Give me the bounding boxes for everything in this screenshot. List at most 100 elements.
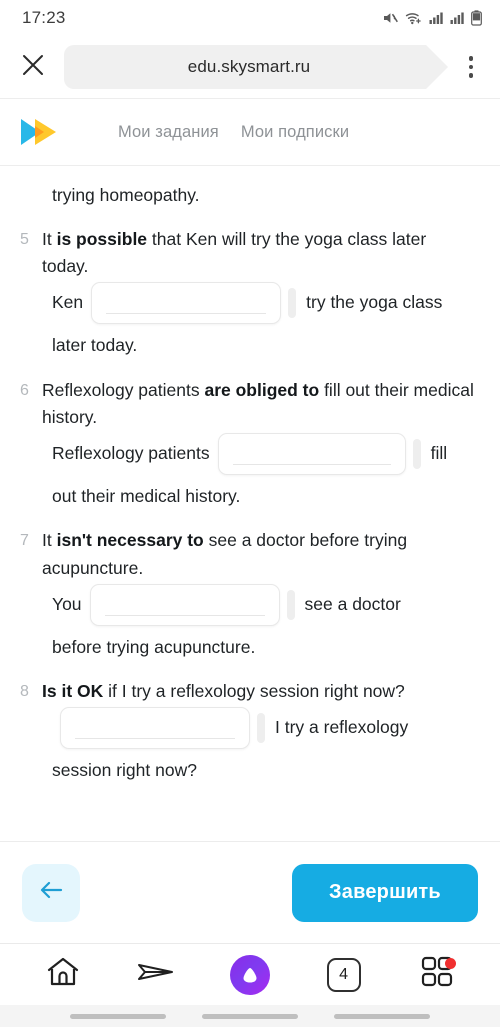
question-text: Reflexology patients are obliged to fill…	[42, 377, 480, 432]
gesture-pill[interactable]	[70, 1013, 166, 1019]
answer-input-handle[interactable]	[412, 438, 421, 469]
answer-suffix: see a doctor	[304, 593, 401, 614]
prompt-before: Reflexology patients	[42, 379, 205, 400]
answer-input-handle[interactable]	[286, 589, 295, 620]
address-bar[interactable]: edu.skysmart.ru	[64, 45, 448, 89]
question-prompt: 7 It isn't necessary to see a doctor bef…	[20, 527, 480, 582]
question-number: 7	[20, 532, 29, 550]
kebab-menu-icon-dot	[468, 73, 474, 78]
answer-tail: out their medical history.	[52, 485, 241, 506]
browser-toolbar: edu.skysmart.ru	[0, 36, 500, 98]
status-bar: 17:23	[0, 0, 500, 36]
answer-row: Reflexology patients fill	[52, 432, 480, 475]
nav-apps-button[interactable]	[408, 950, 466, 1000]
prompt-bold: are obliged to	[204, 379, 320, 400]
prompt-before: It	[42, 228, 57, 249]
question-answer: You see a doctor before trying acupunctu…	[20, 583, 480, 662]
arrow-left-icon	[37, 878, 65, 907]
answer-prefix: Reflexology patients	[52, 443, 210, 464]
site-nav: Мои задания Мои подписки	[118, 123, 349, 142]
question-number: 8	[20, 683, 29, 701]
home-icon	[45, 955, 81, 994]
answer-prefix: You	[52, 593, 82, 614]
battery-icon	[471, 10, 482, 26]
answer-input[interactable]	[89, 583, 280, 626]
signal-1-icon	[429, 11, 444, 25]
nav-share-button[interactable]	[127, 950, 185, 1000]
question-prompt: 6 Reflexology patients are obliged to fi…	[20, 377, 480, 432]
nav-home-button[interactable]	[34, 950, 92, 1000]
question-text: It is possible that Ken will try the yog…	[42, 226, 480, 281]
answer-input-group	[217, 432, 421, 475]
question-answer: I try a reflexology session right now?	[20, 707, 480, 785]
answer-input[interactable]	[60, 707, 250, 750]
answer-row: Ken try the yoga class	[52, 281, 480, 324]
prompt-bold: isn't necessary to	[56, 530, 204, 551]
answer-input-group	[91, 281, 297, 324]
prompt-bold: Is it OK	[42, 681, 104, 702]
prompt-bold: is possible	[56, 228, 148, 249]
question-block: 7 It isn't necessary to see a doctor bef…	[20, 527, 480, 661]
question-block: 6 Reflexology patients are obliged to fi…	[20, 377, 480, 511]
gesture-pill[interactable]	[202, 1013, 298, 1019]
paper-plane-icon	[136, 956, 176, 993]
notification-badge	[445, 957, 457, 969]
question-answer: Reflexology patients fill out their medi…	[20, 432, 480, 511]
action-bar: Завершить	[0, 841, 500, 943]
answer-input-handle[interactable]	[288, 287, 297, 318]
nav-link-my-tasks[interactable]: Мои задания	[118, 123, 219, 142]
question-prompt: 8 Is it OK if I try a reflexology sessio…	[20, 678, 480, 706]
answer-row: I try a reflexology	[52, 707, 480, 750]
mute-icon	[382, 10, 399, 26]
question-block: 8 Is it OK if I try a reflexology sessio…	[20, 678, 480, 784]
answer-input-handle[interactable]	[257, 713, 265, 744]
answer-tail: session right now?	[52, 760, 197, 781]
answer-row: You see a doctor	[52, 583, 480, 626]
skysmart-logo[interactable]	[18, 112, 74, 152]
question-text: It isn't necessary to see a doctor befor…	[42, 527, 480, 582]
answer-tail: before trying acupuncture.	[52, 636, 256, 657]
question-text: Is it OK if I try a reflexology session …	[42, 678, 480, 706]
prompt-after: if I try a reflexology session right now…	[103, 681, 405, 702]
site-header: Мои задания Мои подписки	[0, 98, 500, 166]
phone-screen: 17:23 edu.skysmart.ru Мои задания Мои по…	[0, 0, 500, 1027]
answer-suffix: fill	[430, 443, 448, 464]
kebab-menu-icon-dot	[468, 64, 474, 70]
tabs-icon: 4	[326, 957, 361, 992]
alice-assistant-icon	[229, 954, 270, 995]
nav-alice-button[interactable]	[221, 950, 279, 1000]
back-button[interactable]	[22, 863, 80, 922]
address-bar-shape: edu.skysmart.ru	[64, 45, 448, 89]
finish-button[interactable]: Завершить	[292, 863, 478, 922]
nav-tabs-button[interactable]: 4	[315, 950, 373, 1000]
system-gesture-bar	[0, 1005, 500, 1027]
browser-menu-button[interactable]	[454, 44, 488, 90]
address-bar-url: edu.skysmart.ru	[187, 57, 311, 76]
wifi-icon	[405, 10, 423, 26]
close-icon	[20, 52, 46, 83]
kebab-menu-icon	[468, 56, 474, 61]
exercise-content: trying homeopathy. 5 It is possible that…	[0, 166, 500, 841]
close-tab-button[interactable]	[10, 44, 56, 90]
question-number: 5	[20, 230, 29, 248]
signal-2-icon	[450, 11, 465, 25]
answer-tail: later today.	[52, 334, 138, 355]
answer-input[interactable]	[217, 432, 406, 475]
gesture-pill[interactable]	[334, 1013, 430, 1019]
question-answer: Ken try the yoga class later today.	[20, 281, 480, 360]
answer-suffix: try the yoga class	[306, 292, 443, 313]
question-number: 6	[20, 381, 29, 399]
continued-text: trying homeopathy.	[52, 185, 200, 205]
answer-input[interactable]	[91, 281, 282, 324]
nav-link-my-subscriptions[interactable]: Мои подписки	[241, 123, 349, 142]
question-prompt: 5 It is possible that Ken will try the y…	[20, 226, 480, 281]
answer-suffix: I try a reflexology	[275, 717, 409, 738]
prompt-before: It	[42, 530, 57, 551]
browser-bottom-nav: 4	[0, 943, 500, 1005]
status-clock: 17:23	[22, 8, 66, 27]
answer-input-group	[60, 707, 265, 750]
question-block: 5 It is possible that Ken will try the y…	[20, 226, 480, 360]
answer-prefix: Ken	[52, 292, 84, 313]
status-icons	[382, 10, 482, 26]
answer-input-group	[89, 583, 295, 626]
